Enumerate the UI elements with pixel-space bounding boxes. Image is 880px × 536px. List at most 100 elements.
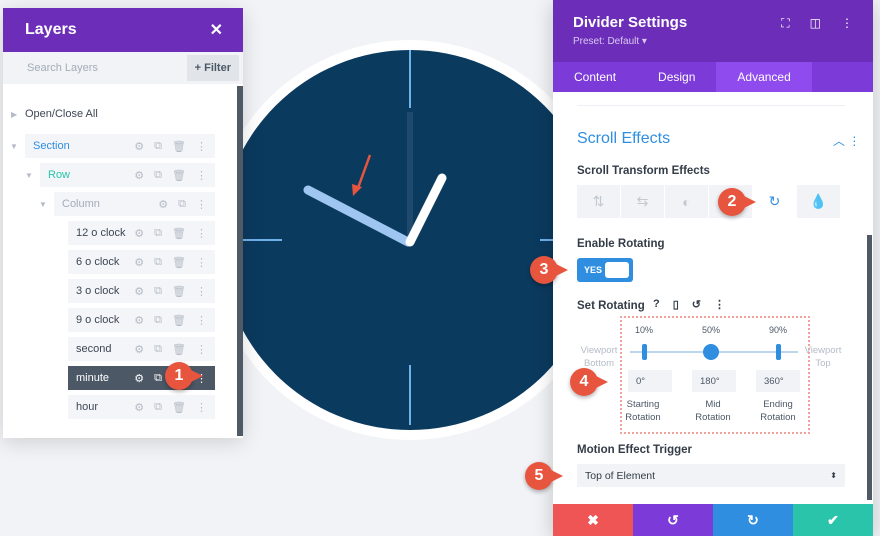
collapse-icon[interactable]: ▼ [10, 142, 18, 151]
settings-icon[interactable]: ⚙ [134, 372, 144, 385]
duplicate-icon[interactable]: ⧉ [154, 169, 162, 182]
settings-icon[interactable]: ⚙ [134, 169, 144, 182]
step-badge-5: 5 [525, 462, 563, 490]
settings-scrollbar[interactable] [867, 235, 872, 500]
delete-icon[interactable]: 🗑 [172, 140, 186, 153]
mid-percent: 50% [702, 325, 721, 335]
save-button[interactable]: ✔ [793, 504, 873, 536]
transform-label: Scroll Transform Effects [577, 165, 710, 177]
delete-icon[interactable]: 🗑 [172, 343, 186, 356]
layer-row[interactable]: hour ⚙ ⧉ 🗑 ⋮ [68, 395, 215, 419]
layer-label: Column [62, 198, 100, 210]
layer-row[interactable]: 9 o clock ⚙ ⧉ 🗑 ⋮ [68, 308, 215, 332]
collapse-icon[interactable]: ▼ [39, 200, 47, 209]
duplicate-icon[interactable]: ⧉ [154, 256, 162, 269]
blur-icon[interactable]: 💧 [797, 185, 840, 218]
filter-button[interactable]: + Filter [186, 55, 239, 81]
search-input[interactable]: Search Layers [27, 62, 98, 74]
mid-rotation-input[interactable]: 180° [692, 370, 736, 392]
collapse-icon[interactable]: ▼ [25, 171, 33, 180]
end-rotation-input[interactable]: 360° [756, 370, 800, 392]
start-handle[interactable] [642, 344, 647, 360]
horizontal-motion-icon[interactable]: ⇆ [621, 185, 664, 218]
duplicate-icon[interactable]: ⧉ [154, 314, 162, 327]
close-icon[interactable]: ✕ [210, 20, 223, 40]
settings-icon[interactable]: ⚙ [134, 343, 144, 356]
layers-title: Layers [25, 21, 77, 38]
start-percent: 10% [635, 325, 654, 335]
layer-row[interactable]: 12 o clock ⚙ ⧉ 🗑 ⋮ [68, 221, 215, 245]
vertical-motion-icon[interactable]: ⇅ [577, 185, 620, 218]
layer-label: Section [33, 140, 70, 152]
layer-label: 12 o clock [76, 227, 126, 239]
settings-icon[interactable]: ⚙ [134, 314, 144, 327]
layer-label: 6 o clock [76, 256, 120, 268]
start-caption: Starting Rotation [625, 399, 661, 423]
expand-icon[interactable]: ▶ [11, 110, 17, 119]
more-icon[interactable]: ⋮ [196, 285, 207, 298]
settings-icon[interactable]: ⚙ [134, 285, 144, 298]
step-badge-1: 1 [165, 362, 203, 390]
layer-row[interactable]: second ⚙ ⧉ 🗑 ⋮ [68, 337, 215, 361]
duplicate-icon[interactable]: ⧉ [154, 140, 162, 153]
layer-row[interactable]: Section ⚙ ⧉ 🗑 ⋮ [25, 134, 215, 158]
layers-header: Layers ✕ [3, 8, 243, 52]
duplicate-icon[interactable]: ⧉ [154, 227, 162, 240]
more-icon[interactable]: ⋮ [196, 314, 207, 327]
delete-icon[interactable]: 🗑 [172, 401, 186, 414]
help-icon[interactable]: ? [653, 298, 660, 311]
settings-icon[interactable]: ⚙ [158, 198, 168, 211]
delete-icon[interactable]: 🗑 [172, 169, 186, 182]
more-icon[interactable]: ⋮ [196, 169, 207, 182]
more-icon[interactable]: ⋮ [196, 256, 207, 269]
trigger-value: Top of Element [585, 469, 656, 482]
layer-label: second [76, 343, 112, 355]
toggle-text: YES [584, 265, 603, 275]
settings-icon[interactable]: ⚙ [134, 140, 144, 153]
more-icon[interactable]: ⋮ [196, 198, 207, 211]
viewport-bottom-label: Viewport Bottom [580, 345, 618, 369]
delete-icon[interactable]: 🗑 [172, 227, 186, 240]
reset-icon[interactable]: ↺ [692, 298, 701, 311]
start-rotation-input[interactable]: 0° [628, 370, 672, 392]
more-icon[interactable]: ⋮ [196, 140, 207, 153]
layer-row[interactable]: Column ⚙ ⧉ ⋮ [54, 192, 215, 216]
delete-icon[interactable]: 🗑 [172, 314, 186, 327]
step-badge-4: 4 [570, 368, 608, 396]
more-icon[interactable]: ⋮ [196, 343, 207, 356]
settings-icon[interactable]: ⚙ [134, 256, 144, 269]
discard-button[interactable]: ✖ [553, 504, 633, 536]
layer-row[interactable]: 6 o clock ⚙ ⧉ 🗑 ⋮ [68, 250, 215, 274]
layer-row[interactable]: 3 o clock ⚙ ⧉ 🗑 ⋮ [68, 279, 215, 303]
mobile-icon[interactable]: ▯ [673, 298, 679, 311]
scrollbar[interactable] [237, 86, 243, 436]
layer-label: 9 o clock [76, 314, 120, 326]
more-icon[interactable]: ⋮ [196, 227, 207, 240]
collapse-icon[interactable]: ︿ ⋮ [833, 132, 860, 149]
duplicate-icon[interactable]: ⧉ [154, 372, 162, 385]
mid-handle[interactable] [703, 344, 719, 360]
more-icon[interactable]: ⋮ [196, 401, 207, 414]
end-handle[interactable] [776, 344, 781, 360]
layer-label: minute [76, 372, 110, 384]
duplicate-icon[interactable]: ⧉ [154, 401, 162, 414]
settings-icon[interactable]: ⚙ [134, 227, 144, 240]
duplicate-icon[interactable]: ⧉ [178, 198, 186, 211]
rotate-icon[interactable]: ↻ [753, 185, 796, 218]
fade-icon[interactable]: ◐ [665, 185, 708, 218]
options-icon[interactable]: ⋮ [714, 298, 725, 311]
duplicate-icon[interactable]: ⧉ [154, 343, 162, 356]
open-close-all[interactable]: Open/Close All [25, 108, 98, 120]
delete-icon[interactable]: 🗑 [172, 256, 186, 269]
redo-button[interactable]: ↻ [713, 504, 793, 536]
layer-row[interactable]: Row ⚙ ⧉ 🗑 ⋮ [40, 163, 215, 187]
enable-toggle[interactable]: YES [577, 258, 633, 282]
trigger-select[interactable]: Top of Element ⬍ [577, 464, 845, 487]
section-title[interactable]: Scroll Effects [577, 130, 670, 148]
step-badge-3: 3 [530, 256, 568, 284]
duplicate-icon[interactable]: ⧉ [154, 285, 162, 298]
undo-button[interactable]: ↺ [633, 504, 713, 536]
delete-icon[interactable]: 🗑 [172, 285, 186, 298]
select-arrows-icon: ⬍ [830, 471, 837, 480]
settings-icon[interactable]: ⚙ [134, 401, 144, 414]
